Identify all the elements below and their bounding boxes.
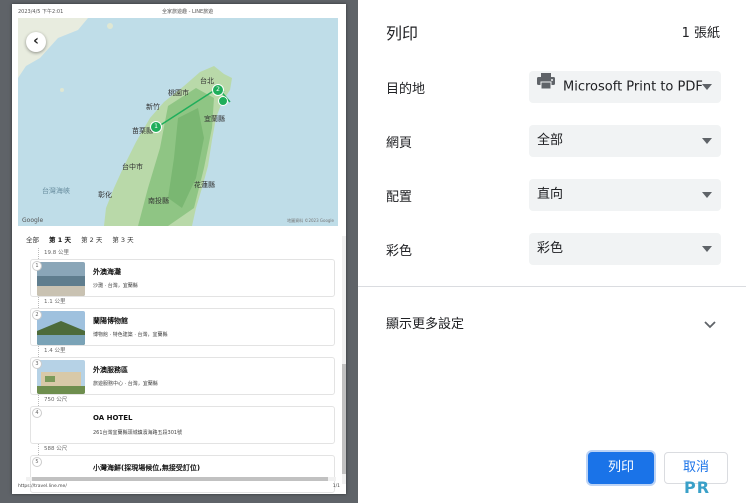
list-item[interactable]: 1 外澳海灘 沙灘 · 台灣，宜蘭縣 xyxy=(30,259,335,297)
place-photo xyxy=(37,311,85,345)
preview-vertical-scrollbar[interactable] xyxy=(342,236,346,484)
section-divider xyxy=(358,286,746,287)
destination-label: 目的地 xyxy=(386,82,426,97)
dropdown-caret-icon xyxy=(702,138,712,144)
distance-label: 750 公尺 xyxy=(20,395,332,406)
color-value: 彩色 xyxy=(537,241,564,256)
page-header-title: 全家旅遊趣 - LINE旅遊 xyxy=(162,9,214,15)
map-marker-2[interactable]: 2 xyxy=(212,84,224,96)
destination-value: Microsoft Print to PDF xyxy=(563,79,703,95)
day-tabs: 全部 第 1 天 第 2 天 第 3 天 xyxy=(26,234,134,244)
map-label-yilan: 宜蘭縣 xyxy=(204,115,225,123)
place-photo-placeholder xyxy=(37,409,85,443)
map-attribution-logo: Google xyxy=(22,217,44,224)
map-label-nantou: 南投縣 xyxy=(148,197,169,205)
map-marker-cluster[interactable] xyxy=(218,96,228,106)
printer-icon xyxy=(537,70,555,102)
list-item[interactable]: 5 小灣海鮮(採現場候位,無接受訂位) xyxy=(30,455,335,493)
map-label-taoyuan: 桃園市 xyxy=(168,89,189,97)
route-map: ‹ 台北 桃園市 新竹 苗栗縣 台中市 宜蘭縣 南投縣 花蓮縣 彰化 台灣海峽 … xyxy=(18,18,338,226)
layout-select[interactable]: 直向 xyxy=(529,179,721,211)
page-header-date: 2023/4/5 下午2:01 xyxy=(18,9,64,15)
distance-label: 19.8 公里 xyxy=(20,248,332,259)
map-label-taipei: 台北 xyxy=(200,77,214,85)
page-footer-number: 1/1 xyxy=(332,484,340,489)
sheet-count: 1 張紙 xyxy=(681,26,720,41)
watermark-logo: PR xyxy=(684,478,711,497)
print-preview-pane: 2023/4/5 下午2:01 全家旅遊趣 - LINE旅遊 ‹ 台北 桃園市 xyxy=(0,0,358,503)
map-label-strait: 台灣海峽 xyxy=(42,187,70,195)
page-footer-url: https://travel.line.me/ xyxy=(18,484,67,489)
map-attribution-text: 地圖資料 ©2023 Google xyxy=(287,218,334,223)
layout-label: 配置 xyxy=(386,190,413,205)
place-photo xyxy=(37,262,85,296)
tab-day-1[interactable]: 第 1 天 xyxy=(49,234,71,244)
more-settings-toggle[interactable]: 顯示更多設定 xyxy=(386,313,464,332)
scrollbar-thumb[interactable] xyxy=(32,477,328,481)
dropdown-caret-icon xyxy=(702,192,712,198)
dropdown-caret-icon xyxy=(702,246,712,252)
map-marker-1[interactable]: 1 xyxy=(150,121,162,133)
item-number: 3 xyxy=(32,359,42,369)
map-label-changhua: 彰化 xyxy=(98,191,112,199)
item-title: 小灣海鮮(採現場候位,無接受訂位) xyxy=(93,464,201,472)
map-label-taichung: 台中市 xyxy=(122,163,143,171)
place-photo xyxy=(37,360,85,394)
dropdown-caret-icon xyxy=(702,84,712,90)
item-number: 1 xyxy=(32,261,42,271)
item-meta: 博物館 · 特色建築 · 台灣，宜蘭縣 xyxy=(93,332,168,338)
dialog-title: 列印 xyxy=(386,24,419,43)
item-title: 外澳服務區 xyxy=(93,366,128,374)
print-button[interactable]: 列印 xyxy=(588,452,654,484)
list-item[interactable]: 2 蘭陽博物館 博物館 · 特色建築 · 台灣，宜蘭縣 xyxy=(30,308,335,346)
map-label-hsinchu: 新竹 xyxy=(146,103,160,111)
distance-label: 1.4 公里 xyxy=(20,346,332,357)
itinerary-list: 19.8 公里 1 外澳海灘 沙灘 · 台灣，宜蘭縣 1.1 公里 2 蘭陽博物… xyxy=(20,248,335,493)
list-item[interactable]: 4 OA HOTEL 261台灣宜蘭縣頭城鎮濱海路五段301號 xyxy=(30,406,335,444)
preview-horizontal-scrollbar[interactable] xyxy=(26,477,336,481)
item-title: OA HOTEL xyxy=(93,414,133,422)
item-meta: 261台灣宜蘭縣頭城鎮濱海路五段301號 xyxy=(93,430,183,436)
color-label: 彩色 xyxy=(386,244,413,259)
distance-label: 1.1 公里 xyxy=(20,297,332,308)
tab-day-3[interactable]: 第 3 天 xyxy=(112,234,133,244)
pages-label: 網頁 xyxy=(386,136,413,151)
layout-value: 直向 xyxy=(537,187,564,202)
pages-select[interactable]: 全部 xyxy=(529,125,721,157)
list-item[interactable]: 3 外澳服務區 旅遊服務中心 · 台灣，宜蘭縣 xyxy=(30,357,335,395)
tab-all[interactable]: 全部 xyxy=(26,234,39,244)
tab-day-2[interactable]: 第 2 天 xyxy=(81,234,102,244)
scrollbar-thumb[interactable] xyxy=(342,364,346,474)
distance-label: 588 公尺 xyxy=(20,444,332,455)
destination-select[interactable]: Microsoft Print to PDF xyxy=(529,71,721,103)
item-number: 5 xyxy=(32,457,42,467)
chevron-down-icon[interactable] xyxy=(704,314,716,333)
print-settings-panel: 列印 1 張紙 目的地 Microsoft Print to PDF 網頁 全部… xyxy=(358,0,746,503)
color-select[interactable]: 彩色 xyxy=(529,233,721,265)
item-number: 2 xyxy=(32,310,42,320)
item-number: 4 xyxy=(32,408,42,418)
item-meta: 旅遊服務中心 · 台灣，宜蘭縣 xyxy=(93,381,158,387)
item-title: 蘭陽博物館 xyxy=(93,317,128,325)
pages-value: 全部 xyxy=(537,133,564,148)
item-meta: 沙灘 · 台灣，宜蘭縣 xyxy=(93,283,138,289)
preview-page: 2023/4/5 下午2:01 全家旅遊趣 - LINE旅遊 ‹ 台北 桃園市 xyxy=(12,4,346,494)
map-back-button[interactable]: ‹ xyxy=(26,32,46,52)
item-title: 外澳海灘 xyxy=(93,268,121,276)
map-label-hualien: 花蓮縣 xyxy=(194,181,215,189)
